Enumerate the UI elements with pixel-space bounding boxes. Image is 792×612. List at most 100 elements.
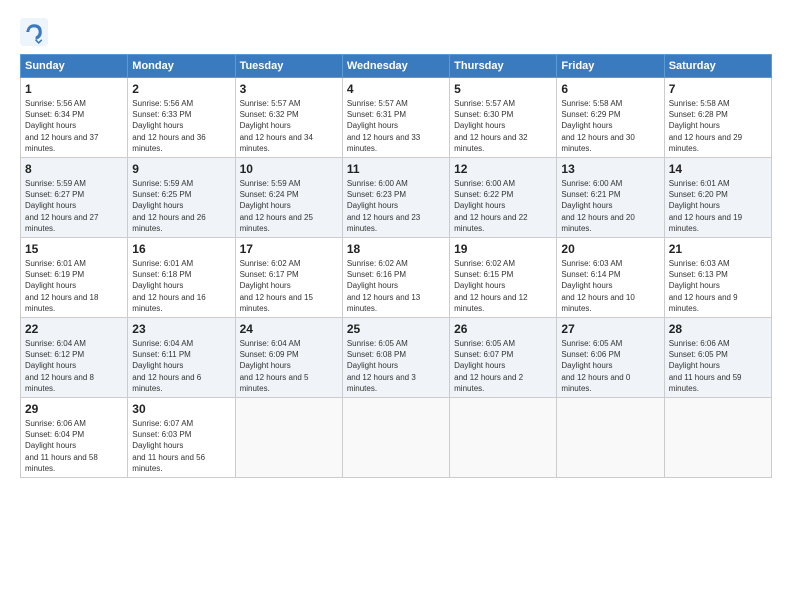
cell-text: Sunrise: 6:05 AMSunset: 6:07 PMDaylight …	[454, 339, 523, 393]
calendar-cell: 8 Sunrise: 5:59 AMSunset: 6:27 PMDayligh…	[21, 158, 128, 238]
calendar-cell: 4 Sunrise: 5:57 AMSunset: 6:31 PMDayligh…	[342, 78, 449, 158]
calendar-cell	[235, 398, 342, 478]
calendar-cell: 12 Sunrise: 6:00 AMSunset: 6:22 PMDaylig…	[450, 158, 557, 238]
day-number: 30	[132, 402, 230, 416]
cell-text: Sunrise: 5:57 AMSunset: 6:32 PMDaylight …	[240, 99, 313, 153]
calendar-cell: 17 Sunrise: 6:02 AMSunset: 6:17 PMDaylig…	[235, 238, 342, 318]
calendar-cell: 29 Sunrise: 6:06 AMSunset: 6:04 PMDaylig…	[21, 398, 128, 478]
calendar-cell: 13 Sunrise: 6:00 AMSunset: 6:21 PMDaylig…	[557, 158, 664, 238]
day-number: 25	[347, 322, 445, 336]
cell-text: Sunrise: 5:59 AMSunset: 6:25 PMDaylight …	[132, 179, 205, 233]
cell-text: Sunrise: 6:01 AMSunset: 6:20 PMDaylight …	[669, 179, 742, 233]
day-number: 19	[454, 242, 552, 256]
cell-text: Sunrise: 6:06 AMSunset: 6:04 PMDaylight …	[25, 419, 98, 473]
day-number: 2	[132, 82, 230, 96]
day-number: 16	[132, 242, 230, 256]
calendar-cell: 14 Sunrise: 6:01 AMSunset: 6:20 PMDaylig…	[664, 158, 771, 238]
day-number: 23	[132, 322, 230, 336]
day-header-thursday: Thursday	[450, 55, 557, 78]
day-number: 9	[132, 162, 230, 176]
cell-text: Sunrise: 5:56 AMSunset: 6:33 PMDaylight …	[132, 99, 205, 153]
cell-text: Sunrise: 6:05 AMSunset: 6:06 PMDaylight …	[561, 339, 630, 393]
calendar-week-4: 22 Sunrise: 6:04 AMSunset: 6:12 PMDaylig…	[21, 318, 772, 398]
day-number: 6	[561, 82, 659, 96]
calendar-cell: 30 Sunrise: 6:07 AMSunset: 6:03 PMDaylig…	[128, 398, 235, 478]
calendar-cell: 24 Sunrise: 6:04 AMSunset: 6:09 PMDaylig…	[235, 318, 342, 398]
cell-text: Sunrise: 6:04 AMSunset: 6:12 PMDaylight …	[25, 339, 94, 393]
day-header-tuesday: Tuesday	[235, 55, 342, 78]
calendar-cell: 6 Sunrise: 5:58 AMSunset: 6:29 PMDayligh…	[557, 78, 664, 158]
cell-text: Sunrise: 5:57 AMSunset: 6:30 PMDaylight …	[454, 99, 527, 153]
day-header-sunday: Sunday	[21, 55, 128, 78]
cell-text: Sunrise: 6:04 AMSunset: 6:09 PMDaylight …	[240, 339, 309, 393]
calendar-cell: 26 Sunrise: 6:05 AMSunset: 6:07 PMDaylig…	[450, 318, 557, 398]
cell-text: Sunrise: 6:06 AMSunset: 6:05 PMDaylight …	[669, 339, 742, 393]
day-number: 14	[669, 162, 767, 176]
cell-text: Sunrise: 6:07 AMSunset: 6:03 PMDaylight …	[132, 419, 205, 473]
calendar-cell: 11 Sunrise: 6:00 AMSunset: 6:23 PMDaylig…	[342, 158, 449, 238]
calendar-week-1: 1 Sunrise: 5:56 AMSunset: 6:34 PMDayligh…	[21, 78, 772, 158]
day-number: 11	[347, 162, 445, 176]
day-header-monday: Monday	[128, 55, 235, 78]
cell-text: Sunrise: 6:04 AMSunset: 6:11 PMDaylight …	[132, 339, 201, 393]
calendar-page: SundayMondayTuesdayWednesdayThursdayFrid…	[0, 0, 792, 612]
day-number: 24	[240, 322, 338, 336]
calendar-cell: 28 Sunrise: 6:06 AMSunset: 6:05 PMDaylig…	[664, 318, 771, 398]
calendar-cell	[664, 398, 771, 478]
cell-text: Sunrise: 6:05 AMSunset: 6:08 PMDaylight …	[347, 339, 416, 393]
day-number: 18	[347, 242, 445, 256]
day-number: 3	[240, 82, 338, 96]
calendar-cell: 20 Sunrise: 6:03 AMSunset: 6:14 PMDaylig…	[557, 238, 664, 318]
cell-text: Sunrise: 5:59 AMSunset: 6:27 PMDaylight …	[25, 179, 98, 233]
calendar-cell: 7 Sunrise: 5:58 AMSunset: 6:28 PMDayligh…	[664, 78, 771, 158]
cell-text: Sunrise: 6:00 AMSunset: 6:21 PMDaylight …	[561, 179, 634, 233]
day-number: 8	[25, 162, 123, 176]
day-header-wednesday: Wednesday	[342, 55, 449, 78]
cell-text: Sunrise: 5:58 AMSunset: 6:28 PMDaylight …	[669, 99, 742, 153]
calendar-cell: 15 Sunrise: 6:01 AMSunset: 6:19 PMDaylig…	[21, 238, 128, 318]
day-number: 4	[347, 82, 445, 96]
cell-text: Sunrise: 6:02 AMSunset: 6:15 PMDaylight …	[454, 259, 527, 313]
calendar-cell	[557, 398, 664, 478]
cell-text: Sunrise: 6:01 AMSunset: 6:19 PMDaylight …	[25, 259, 98, 313]
page-header	[20, 18, 772, 46]
calendar-body: 1 Sunrise: 5:56 AMSunset: 6:34 PMDayligh…	[21, 78, 772, 478]
cell-text: Sunrise: 5:56 AMSunset: 6:34 PMDaylight …	[25, 99, 98, 153]
calendar-cell: 10 Sunrise: 5:59 AMSunset: 6:24 PMDaylig…	[235, 158, 342, 238]
cell-text: Sunrise: 5:57 AMSunset: 6:31 PMDaylight …	[347, 99, 420, 153]
day-header-friday: Friday	[557, 55, 664, 78]
day-number: 28	[669, 322, 767, 336]
calendar-cell	[342, 398, 449, 478]
calendar-cell: 19 Sunrise: 6:02 AMSunset: 6:15 PMDaylig…	[450, 238, 557, 318]
calendar-cell: 23 Sunrise: 6:04 AMSunset: 6:11 PMDaylig…	[128, 318, 235, 398]
calendar-header-row: SundayMondayTuesdayWednesdayThursdayFrid…	[21, 55, 772, 78]
calendar-cell: 2 Sunrise: 5:56 AMSunset: 6:33 PMDayligh…	[128, 78, 235, 158]
cell-text: Sunrise: 5:58 AMSunset: 6:29 PMDaylight …	[561, 99, 634, 153]
calendar-cell: 16 Sunrise: 6:01 AMSunset: 6:18 PMDaylig…	[128, 238, 235, 318]
logo	[20, 18, 52, 46]
calendar-cell: 22 Sunrise: 6:04 AMSunset: 6:12 PMDaylig…	[21, 318, 128, 398]
day-number: 21	[669, 242, 767, 256]
day-number: 29	[25, 402, 123, 416]
calendar-cell: 5 Sunrise: 5:57 AMSunset: 6:30 PMDayligh…	[450, 78, 557, 158]
day-number: 5	[454, 82, 552, 96]
day-number: 22	[25, 322, 123, 336]
logo-icon	[20, 18, 48, 46]
calendar-cell	[450, 398, 557, 478]
calendar-cell: 18 Sunrise: 6:02 AMSunset: 6:16 PMDaylig…	[342, 238, 449, 318]
cell-text: Sunrise: 5:59 AMSunset: 6:24 PMDaylight …	[240, 179, 313, 233]
calendar-week-5: 29 Sunrise: 6:06 AMSunset: 6:04 PMDaylig…	[21, 398, 772, 478]
day-number: 26	[454, 322, 552, 336]
calendar-cell: 9 Sunrise: 5:59 AMSunset: 6:25 PMDayligh…	[128, 158, 235, 238]
cell-text: Sunrise: 6:03 AMSunset: 6:14 PMDaylight …	[561, 259, 634, 313]
calendar-table: SundayMondayTuesdayWednesdayThursdayFrid…	[20, 54, 772, 478]
day-number: 27	[561, 322, 659, 336]
cell-text: Sunrise: 6:00 AMSunset: 6:22 PMDaylight …	[454, 179, 527, 233]
day-number: 1	[25, 82, 123, 96]
calendar-cell: 1 Sunrise: 5:56 AMSunset: 6:34 PMDayligh…	[21, 78, 128, 158]
calendar-cell: 3 Sunrise: 5:57 AMSunset: 6:32 PMDayligh…	[235, 78, 342, 158]
cell-text: Sunrise: 6:00 AMSunset: 6:23 PMDaylight …	[347, 179, 420, 233]
calendar-week-3: 15 Sunrise: 6:01 AMSunset: 6:19 PMDaylig…	[21, 238, 772, 318]
cell-text: Sunrise: 6:01 AMSunset: 6:18 PMDaylight …	[132, 259, 205, 313]
day-number: 7	[669, 82, 767, 96]
